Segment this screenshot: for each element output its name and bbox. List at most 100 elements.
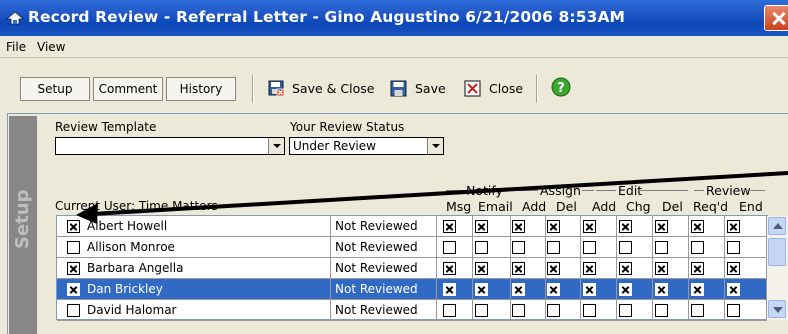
permission-checkbox[interactable] (512, 220, 525, 233)
permission-checkbox[interactable] (691, 241, 704, 254)
reviewer-checkbox[interactable] (67, 304, 80, 317)
save-icon[interactable] (390, 80, 407, 97)
help-icon[interactable]: ? (551, 77, 571, 97)
permission-checkbox[interactable] (583, 262, 596, 275)
save-close-icon[interactable] (268, 80, 285, 97)
reviewers-grid: Albert Howell Not Reviewed Allison Monroe N… (56, 215, 768, 321)
save-button[interactable]: Save (415, 81, 446, 96)
permission-checkbox[interactable] (619, 283, 632, 296)
permission-checkbox[interactable] (512, 241, 525, 254)
permission-checkbox[interactable] (691, 262, 704, 275)
permission-checkbox[interactable] (475, 304, 488, 317)
menu-view[interactable]: View (37, 40, 65, 54)
permission-checkbox[interactable] (475, 283, 488, 296)
permission-checkbox[interactable] (547, 304, 560, 317)
permission-checkbox[interactable] (512, 283, 525, 296)
tab-history[interactable]: History (166, 77, 236, 101)
scroll-up-icon[interactable] (768, 217, 786, 235)
menu-file[interactable]: File (6, 40, 26, 54)
chevron-down-icon[interactable] (268, 138, 284, 154)
permission-checkbox[interactable] (547, 262, 560, 275)
permission-checkbox[interactable] (475, 241, 488, 254)
grid-scrollbar[interactable] (767, 216, 788, 320)
permission-checkbox[interactable] (727, 262, 740, 275)
permission-checkbox[interactable] (583, 241, 596, 254)
col-header-add: Add (592, 199, 617, 214)
table-row[interactable]: Allison Monroe Not Reviewed (57, 237, 767, 258)
permission-checkbox[interactable] (547, 241, 560, 254)
permission-checkbox[interactable] (727, 241, 740, 254)
permission-checkbox[interactable] (655, 283, 668, 296)
review-template-label: Review Template (55, 120, 157, 134)
table-row[interactable]: Albert Howell Not Reviewed (57, 216, 767, 237)
permission-checkbox[interactable] (655, 220, 668, 233)
menu-bar: File View (0, 36, 788, 58)
permission-checkbox[interactable] (691, 283, 704, 296)
review-status: Not Reviewed (335, 219, 418, 233)
permission-checkbox[interactable] (655, 241, 668, 254)
table-row[interactable]: Barbara Angella Not Reviewed (57, 258, 767, 279)
reviewer-checkbox[interactable] (67, 220, 80, 233)
reviewer-checkbox[interactable] (67, 241, 80, 254)
reviewer-checkbox[interactable] (67, 283, 80, 296)
col-header-reqd: Req'd (693, 199, 729, 214)
permission-checkbox[interactable] (512, 262, 525, 275)
reviewer-name: Albert Howell (87, 219, 168, 233)
review-status: Not Reviewed (335, 261, 418, 275)
setup-side-label: Setup (12, 189, 33, 249)
chevron-down-icon[interactable] (427, 138, 443, 154)
permission-checkbox[interactable] (727, 283, 740, 296)
toolbar-separator (252, 75, 254, 103)
permission-checkbox[interactable] (443, 262, 456, 275)
col-header-email: Email (478, 199, 513, 214)
col-header-end: End (739, 199, 763, 214)
permission-checkbox[interactable] (655, 262, 668, 275)
permission-checkbox[interactable] (443, 304, 456, 317)
menu-view-label: View (37, 40, 66, 54)
table-row[interactable]: Dan Brickley Not Reviewed (57, 279, 767, 300)
permission-checkbox[interactable] (619, 241, 632, 254)
reviewer-checkbox[interactable] (67, 262, 80, 275)
permission-checkbox[interactable] (475, 220, 488, 233)
col-header-msg: Msg (446, 199, 472, 214)
permission-checkbox[interactable] (443, 241, 456, 254)
permission-checkbox[interactable] (655, 304, 668, 317)
scroll-thumb[interactable] (768, 238, 786, 266)
reviewer-name: Barbara Angella (87, 261, 184, 275)
permission-checkbox[interactable] (619, 262, 632, 275)
review-status: Not Reviewed (335, 282, 418, 296)
permission-checkbox[interactable] (547, 283, 560, 296)
close-button[interactable]: Close (489, 81, 523, 96)
permission-checkbox[interactable] (512, 304, 525, 317)
close-doc-icon[interactable] (464, 80, 481, 97)
group-divider (741, 190, 765, 191)
permission-checkbox[interactable] (691, 304, 704, 317)
permission-checkbox[interactable] (691, 220, 704, 233)
permission-checkbox[interactable] (443, 283, 456, 296)
close-icon[interactable] (764, 5, 788, 31)
permission-checkbox[interactable] (583, 220, 596, 233)
group-divider (506, 190, 538, 191)
tab-setup[interactable]: Setup (20, 77, 90, 101)
tab-comment[interactable]: Comment (93, 77, 163, 101)
permission-checkbox[interactable] (443, 220, 456, 233)
record-review-icon (6, 11, 24, 25)
menu-file-label: File (6, 40, 27, 54)
permission-checkbox[interactable] (619, 304, 632, 317)
group-notify: Notify (466, 183, 503, 198)
permission-checkbox[interactable] (727, 304, 740, 317)
scroll-down-icon[interactable] (768, 300, 786, 318)
permission-checkbox[interactable] (727, 220, 740, 233)
review-template-select[interactable] (55, 137, 285, 155)
review-status: Not Reviewed (335, 240, 418, 254)
save-close-button[interactable]: Save & Close (292, 81, 374, 96)
permission-checkbox[interactable] (583, 304, 596, 317)
table-row[interactable]: David Halomar Not Reviewed (57, 300, 767, 321)
review-status-value: Under Review (293, 139, 376, 153)
permission-checkbox[interactable] (619, 220, 632, 233)
review-status-select[interactable]: Under Review (289, 137, 444, 155)
permission-checkbox[interactable] (475, 262, 488, 275)
permission-checkbox[interactable] (583, 283, 596, 296)
permission-checkbox[interactable] (547, 220, 560, 233)
review-status: Not Reviewed (335, 303, 418, 317)
